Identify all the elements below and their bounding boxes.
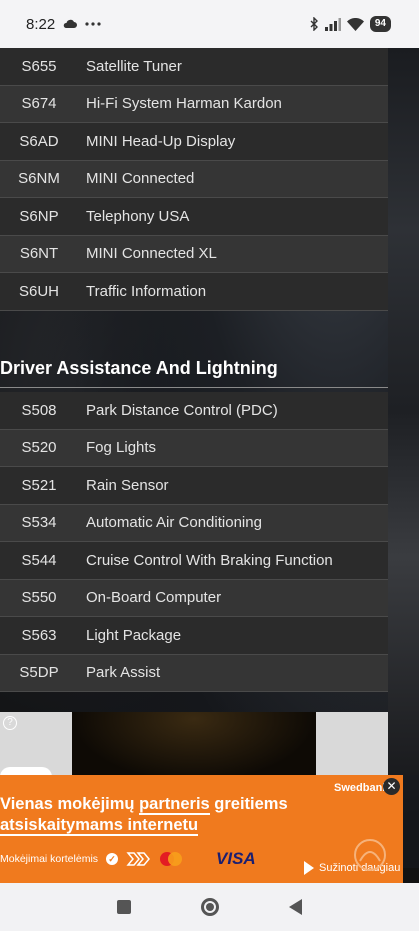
option-description: Hi-Fi System Harman Kardon — [86, 95, 282, 113]
option-description: MINI Head-Up Display — [86, 132, 236, 150]
option-description: Traffic Information — [86, 282, 207, 300]
wifi-icon — [346, 17, 364, 31]
option-code: S674 — [21, 95, 57, 113]
table-row: S550 On-Board Computer — [0, 579, 388, 617]
option-code: S5DP — [19, 664, 59, 682]
home-button[interactable] — [201, 898, 219, 916]
ad-headline: Vienas mokėjimų partneris greitiems atsi… — [0, 795, 288, 836]
table-row: S508 Park Distance Control (PDC) — [0, 392, 388, 430]
option-code: S563 — [21, 626, 57, 644]
table-row: S544 Cruise Control With Braking Function — [0, 542, 388, 580]
options-table-driver-assistance: S508 Park Distance Control (PDC) S520 Fog … — [0, 392, 388, 692]
system-nav-bar — [0, 883, 419, 931]
recents-button[interactable] — [117, 900, 131, 914]
option-description: Rain Sensor — [86, 476, 169, 494]
option-description: MINI Connected — [86, 170, 195, 188]
options-table-media: S655 Satellite Tuner S674 Hi-Fi System Har… — [0, 48, 388, 311]
check-icon: ✓ — [106, 853, 119, 865]
table-row: S521 Rain Sensor — [0, 467, 388, 505]
table-row: S6AD MINI Head-Up Display — [0, 123, 388, 161]
table-row: S6UH Traffic Information — [0, 273, 388, 311]
option-code: S6NT — [19, 245, 59, 263]
table-row: S563 Light Package — [0, 617, 388, 655]
back-button[interactable] — [289, 899, 302, 915]
table-row: S6NP Telephony USA — [0, 198, 388, 236]
option-code: S6AD — [19, 132, 59, 150]
background-image-edge — [388, 48, 419, 775]
option-description: Satellite Tuner — [86, 57, 182, 75]
option-description: Light Package — [86, 626, 182, 644]
option-description: MINI Connected XL — [86, 245, 217, 263]
option-code: S655 — [21, 57, 57, 75]
option-code: S6NM — [18, 170, 60, 188]
more-notifications-icon — [85, 22, 101, 26]
option-description: Park Distance Control (PDC) — [86, 401, 278, 419]
visa-logo: VISA — [216, 849, 256, 868]
bluetooth-icon — [310, 17, 318, 31]
option-description: Fog Lights — [86, 439, 157, 457]
option-code: S520 — [21, 439, 57, 457]
section-title: Driver Assistance And Lightning — [0, 358, 388, 388]
arrows-icon — [126, 852, 151, 866]
option-code: S544 — [21, 551, 57, 569]
clock: 8:22 — [26, 15, 56, 33]
table-row: S6NM MINI Connected — [0, 160, 388, 198]
payments-label: Mokėjimai kortelėmis — [0, 853, 99, 865]
status-bar: 8:22 94 — [0, 0, 419, 48]
mastercard-icon — [158, 851, 186, 867]
ad-info-icon[interactable]: ? — [3, 716, 17, 730]
table-row: S6NT MINI Connected XL — [0, 235, 388, 273]
signal-icon — [324, 17, 341, 31]
close-ad-button[interactable]: ✕ — [383, 778, 400, 795]
brand-logo: Swedbank — [334, 782, 389, 794]
ad-video[interactable] — [72, 712, 316, 782]
option-description: Park Assist — [86, 664, 161, 682]
table-row: S655 Satellite Tuner — [0, 48, 388, 86]
option-description: Automatic Air Conditioning — [86, 514, 262, 532]
option-code: S550 — [21, 589, 57, 607]
option-code: S6NP — [19, 207, 59, 225]
payment-methods: Mokėjimai kortelėmis ✓ VISA — [0, 849, 256, 869]
table-row: S674 Hi-Fi System Harman Kardon — [0, 85, 388, 123]
play-icon — [304, 861, 314, 875]
option-description: Telephony USA — [86, 207, 190, 225]
table-row: S520 Fog Lights — [0, 429, 388, 467]
brand-mark-icon — [354, 839, 386, 871]
cloud-icon — [63, 19, 78, 28]
table-row: S5DP Park Assist — [0, 654, 388, 692]
banner-ad[interactable]: Swedbank ✕ Vienas mokėjimų partneris gre… — [0, 775, 403, 883]
option-description: Cruise Control With Braking Function — [86, 551, 333, 569]
option-code: S508 — [21, 401, 57, 419]
option-code: S534 — [21, 514, 57, 532]
option-code: S521 — [21, 476, 57, 494]
option-description: On-Board Computer — [86, 589, 222, 607]
battery-indicator: 94 — [369, 16, 391, 32]
option-code: S6UH — [18, 282, 59, 300]
table-row: S534 Automatic Air Conditioning — [0, 504, 388, 542]
